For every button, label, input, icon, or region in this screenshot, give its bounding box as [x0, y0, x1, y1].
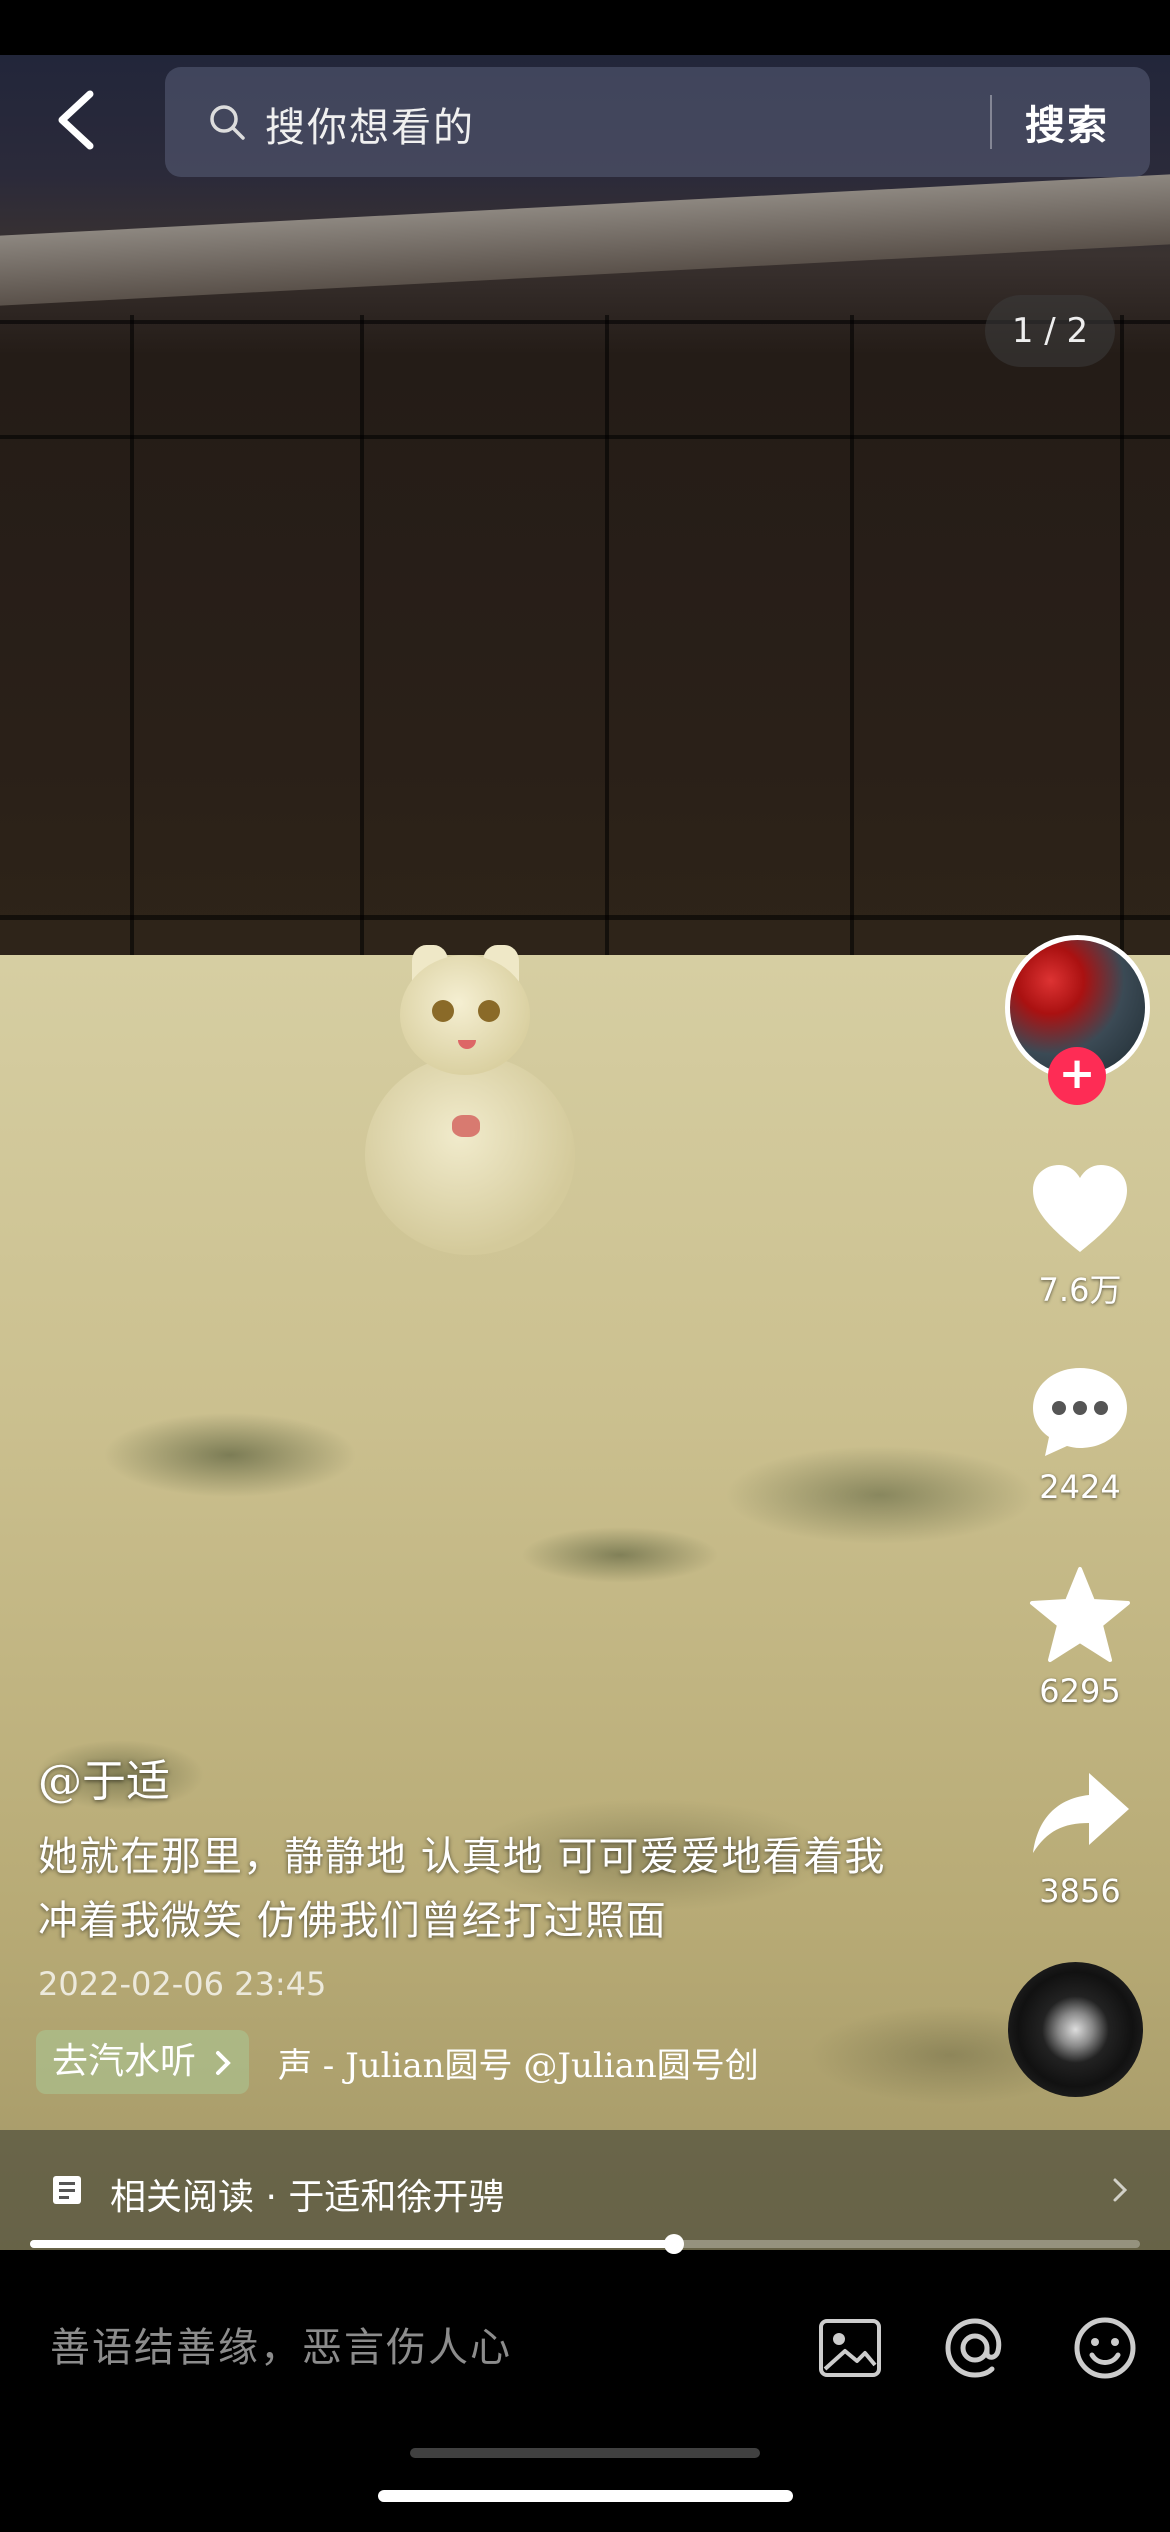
wall-line [130, 315, 134, 965]
like-button[interactable] [1025, 1160, 1135, 1260]
wall-line [0, 915, 1170, 920]
search-divider [990, 95, 992, 149]
snowman-head [400, 955, 530, 1075]
snowman-eye [478, 1000, 500, 1022]
chevron-right-icon [1113, 2178, 1128, 2202]
music-title[interactable]: 声 - Julian圆号 @Julian圆号创 [278, 2038, 858, 2087]
related-reading-bar[interactable]: 相关阅读 · 于适和徐开骋 [0, 2130, 1170, 2250]
back-arrow-icon [58, 90, 94, 150]
snowman-body [365, 1055, 575, 1255]
snowman-eye [432, 1000, 454, 1022]
image-page-indicator: 1 / 2 [985, 295, 1115, 367]
listen-on-qishui-button[interactable]: 去汽水听 [36, 2030, 250, 2094]
post-date: 2022-02-06 23:45 [38, 1965, 327, 2003]
comment-button[interactable] [1025, 1362, 1135, 1462]
post-description: 她就在那里，静静地 认真地 可可爱爱地看着我 冲着我微笑 仿佛我们曾经打过照面 [38, 1834, 886, 1944]
wall-line [605, 315, 609, 965]
star-icon [1030, 1567, 1130, 1662]
at-icon[interactable] [940, 2313, 1010, 2383]
comment-input[interactable]: 善语结善缘，恶言伤人心 [50, 2315, 512, 2373]
home-indicator-shadow [410, 2448, 760, 2458]
follow-button[interactable]: + [1048, 1047, 1106, 1105]
heart-icon [1033, 1165, 1127, 1252]
emoji-icon[interactable] [1070, 2313, 1140, 2383]
author-name[interactable]: @于适 [38, 1745, 170, 1809]
ceiling-trim [0, 174, 1170, 306]
search-icon [210, 105, 245, 140]
search-button[interactable]: 搜索 [1025, 93, 1109, 151]
favorite-count: 6295 [1039, 1672, 1121, 1710]
favorite-button[interactable] [1025, 1565, 1135, 1665]
search-input[interactable]: 搜你想看的 [265, 95, 475, 153]
wall-line [360, 315, 364, 965]
share-icon [1033, 1773, 1129, 1853]
snowman-bow [452, 1115, 480, 1137]
wall-line [850, 315, 854, 965]
article-icon [53, 2176, 81, 2204]
like-count: 7.6万 [1038, 1271, 1122, 1309]
home-indicator[interactable] [378, 2490, 793, 2502]
wall-line [0, 435, 1170, 439]
music-disc[interactable] [1008, 1962, 1143, 2097]
back-button[interactable] [40, 80, 110, 160]
share-count: 3856 [1039, 1872, 1121, 1910]
progress-fill [30, 2240, 674, 2248]
progress-handle[interactable] [663, 2234, 684, 2254]
comment-icon [1033, 1368, 1127, 1456]
comment-count: 2424 [1039, 1468, 1121, 1506]
related-reading-label: 相关阅读 · 于适和徐开骋 [110, 2177, 505, 2218]
chevron-right-icon [216, 2051, 232, 2075]
wall-line [1120, 315, 1124, 965]
image-icon[interactable] [815, 2313, 885, 2383]
share-button[interactable] [1025, 1765, 1135, 1865]
search-bar[interactable]: 搜你想看的 搜索 [165, 67, 1150, 177]
video-progress-bar[interactable] [30, 2234, 1140, 2254]
listen-chip-label: 去汽水听 [52, 2041, 197, 2082]
